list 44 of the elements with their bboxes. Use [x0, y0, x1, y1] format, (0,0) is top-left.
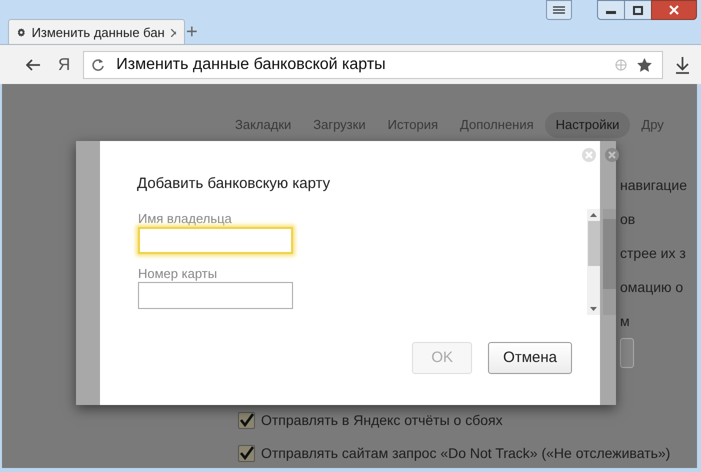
address-text: Изменить данные банковской карты — [116, 54, 386, 74]
browser-tab[interactable]: Изменить данные бан — [8, 19, 185, 45]
checkbox-label: Отправлять сайтам запрос «Do Not Track» («Не отслеживать») — [261, 444, 670, 463]
back-arrow-icon[interactable] — [26, 58, 40, 70]
tab-title: Изменить данные бан — [32, 24, 165, 42]
maximize-icon — [633, 6, 643, 14]
minimize-icon — [606, 11, 616, 14]
minimize-button[interactable] — [597, 0, 625, 20]
new-tab-button[interactable]: + — [186, 19, 198, 45]
checkbox-label: Отправлять в Яндекс отчёты о сбоях — [261, 411, 503, 430]
text-input[interactable] — [138, 282, 293, 309]
browser-logo[interactable]: Я — [58, 52, 70, 78]
nav-tab[interactable]: Настройки — [544, 112, 630, 138]
gear-icon — [17, 26, 26, 39]
scroll-down-icon[interactable] — [590, 307, 597, 311]
dialog-title: Добавить банковскую карту — [137, 174, 330, 194]
reload-icon[interactable] — [92, 58, 104, 70]
nav-tab[interactable]: Дополнения — [449, 112, 545, 138]
field-label: Имя владельца — [138, 211, 233, 227]
dialog-button[interactable]: Отмена — [488, 342, 572, 374]
address-bar[interactable]: Изменить данные банковской карты — [83, 50, 664, 78]
menu-button[interactable] — [546, 0, 572, 20]
menu-icon — [553, 6, 565, 14]
star-icon[interactable] — [637, 58, 652, 72]
maximize-button[interactable] — [625, 0, 651, 20]
text-input[interactable] — [138, 227, 293, 254]
nav-tab[interactable]: Закладки — [224, 112, 302, 138]
globe-icon — [615, 58, 628, 70]
nav-tab[interactable]: Дру — [630, 112, 675, 138]
checkbox[interactable] — [238, 445, 255, 462]
setting-text: омацию о — [620, 278, 684, 297]
scroll-up-icon[interactable] — [590, 213, 597, 217]
checkbox[interactable] — [238, 412, 255, 429]
nav-tab[interactable]: Загрузки — [302, 112, 377, 138]
scrollbar-thumb[interactable] — [588, 221, 600, 266]
button-outline — [620, 338, 634, 368]
setting-text: м — [620, 312, 631, 331]
setting-text: навигацие — [620, 176, 687, 195]
close-button[interactable] — [651, 0, 697, 20]
field-label: Номер карты — [138, 266, 218, 282]
setting-text: стрее их з — [620, 244, 687, 263]
setting-text: ов — [620, 210, 636, 229]
download-icon[interactable] — [675, 56, 690, 74]
nav-tab[interactable]: История — [376, 112, 450, 138]
